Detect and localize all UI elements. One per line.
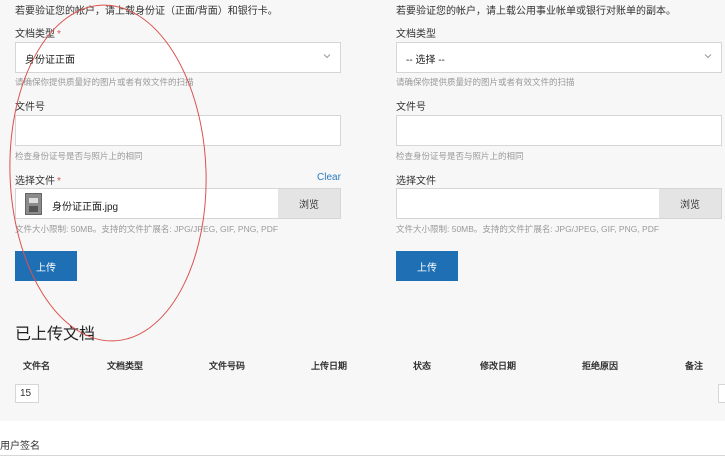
left-doc-type-select[interactable]: 身份证正面 xyxy=(15,42,341,73)
right-doc-type-select[interactable]: -- 选择 -- xyxy=(396,42,722,73)
required-mark: * xyxy=(57,29,61,40)
col-header-upload-date: 上传日期 xyxy=(311,361,348,371)
left-file-no-hint: 检查身份证号是否与照片上的相同 xyxy=(15,151,143,161)
right-file-no-label: 文件号 xyxy=(396,102,426,113)
user-signature-label: 用户签名 xyxy=(0,441,40,452)
clear-link[interactable]: Clear xyxy=(317,172,341,183)
left-file-no-label: 文件号 xyxy=(15,102,45,113)
right-doc-type-hint: 请确保你提供质量好的图片或者有效文件的扫描 xyxy=(396,77,575,87)
uploaded-docs-title: 已上传文档 xyxy=(15,326,96,343)
col-header-reject-reason: 拒绝原因 xyxy=(582,361,619,371)
left-doc-type-label: 文档类型 * xyxy=(15,29,61,40)
right-upload-button[interactable]: 上传 xyxy=(396,251,458,281)
col-header-status: 状态 xyxy=(413,361,432,371)
image-file-icon xyxy=(25,193,42,215)
left-file-no-input[interactable] xyxy=(15,115,341,146)
left-browse-button[interactable]: 浏览 xyxy=(278,189,340,218)
right-file-picker[interactable]: 浏览 xyxy=(396,188,722,219)
left-doc-type-hint: 请确保你提供质量好的图片或者有效文件的扫描 xyxy=(15,77,194,87)
documents-panel: 若要验证您的帐户，请上载身份证（正面/背面）和银行卡。 文档类型 * 身份证正面 … xyxy=(0,0,725,421)
left-intro-text: 若要验证您的帐户，请上载身份证（正面/背面）和银行卡。 xyxy=(15,6,278,17)
col-header-doc-type: 文档类型 xyxy=(107,361,144,371)
signature-divider xyxy=(0,455,725,456)
left-file-name: 身份证正面.jpg xyxy=(52,202,119,213)
right-file-no-input[interactable] xyxy=(396,115,722,146)
col-header-modified-date: 修改日期 xyxy=(480,361,517,371)
right-doc-type-value: -- 选择 -- xyxy=(406,55,445,66)
right-browse-button[interactable]: 浏览 xyxy=(659,189,721,218)
left-doc-type-value: 身份证正面 xyxy=(25,55,75,66)
chevron-down-icon xyxy=(323,54,331,59)
right-doc-type-label: 文档类型 xyxy=(396,29,436,40)
chevron-down-icon xyxy=(704,54,712,59)
right-intro-text: 若要验证您的帐户，请上载公用事业帐单或银行对账单的副本。 xyxy=(396,6,676,17)
left-file-hint: 文件大小限制: 50MB。支持的文件扩展名: JPG/JPEG, GIF, PN… xyxy=(15,224,279,234)
right-choose-file-label: 选择文件 xyxy=(396,176,436,187)
right-file-hint: 文件大小限制: 50MB。支持的文件扩展名: JPG/JPEG, GIF, PN… xyxy=(396,224,660,234)
col-header-file-name: 文件名 xyxy=(23,361,51,371)
right-file-no-hint: 检查身份证号是否与照片上的相同 xyxy=(396,151,524,161)
page-size-select[interactable]: 15 xyxy=(15,384,39,403)
required-mark: * xyxy=(57,176,61,187)
col-header-file-number: 文件号码 xyxy=(209,361,246,371)
left-upload-button[interactable]: 上传 xyxy=(15,251,77,281)
left-file-picker[interactable]: 身份证正面.jpg 浏览 xyxy=(15,188,341,219)
left-choose-file-label: 选择文件 * xyxy=(15,176,61,187)
pagination-control[interactable] xyxy=(718,384,725,403)
col-header-remarks: 备注 xyxy=(685,361,704,371)
